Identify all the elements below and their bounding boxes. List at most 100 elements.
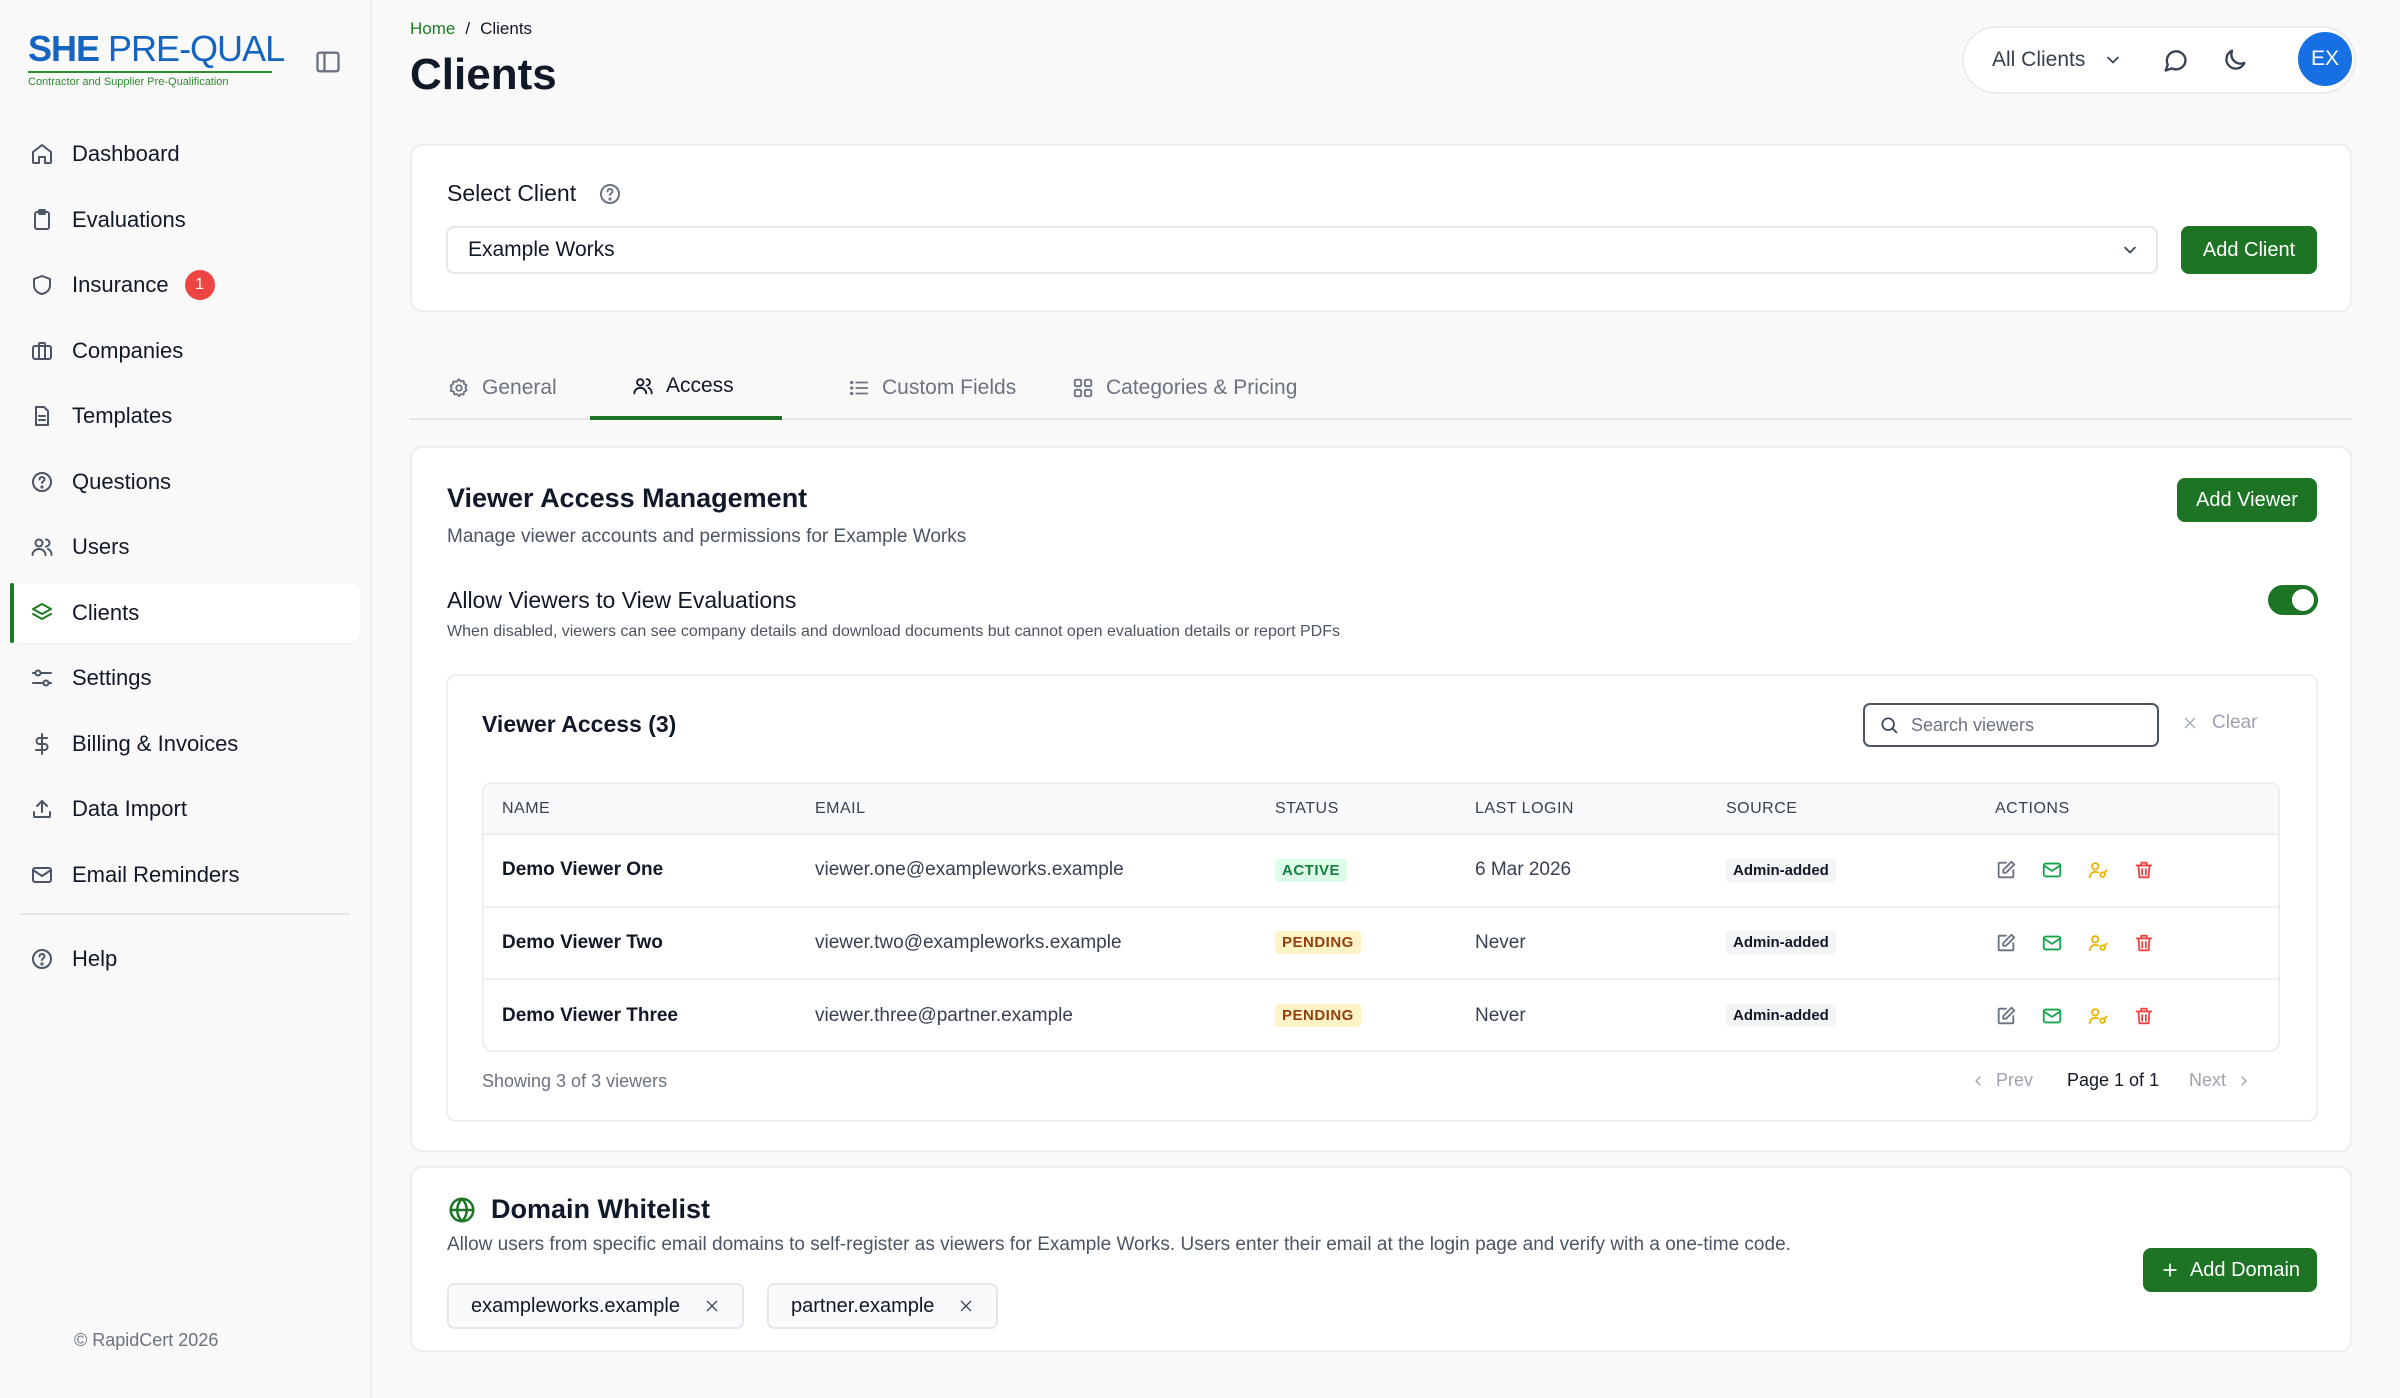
upload-icon: [33, 800, 51, 818]
plus-icon: [2163, 1263, 2177, 1277]
sidebar-item-evaluations[interactable]: Evaluations: [10, 190, 360, 250]
copyright: © RapidCert 2026: [74, 1330, 219, 1350]
viewer-email: viewer.one@exampleworks.example: [797, 834, 1257, 908]
search-viewers-input[interactable]: Search viewers: [1863, 703, 2159, 747]
sidebar-divider: [20, 912, 350, 915]
user-avatar[interactable]: EX: [2298, 32, 2352, 86]
breadcrumb-current: Clients: [480, 19, 533, 38]
viewer-name: Demo Viewer Two: [484, 906, 797, 980]
tab-label: General: [482, 376, 557, 399]
mail-icon[interactable]: [2041, 932, 2063, 954]
sidebar-item-settings[interactable]: Settings: [10, 648, 360, 708]
logo-underline: [28, 71, 272, 73]
sidebar-item-users[interactable]: Users: [10, 517, 360, 577]
viewer-table: NAME EMAIL STATUS LAST LOGIN SOURCE ACTI…: [482, 782, 2280, 1052]
next-page-button[interactable]: Next: [2189, 1070, 2252, 1091]
tab-general[interactable]: General: [410, 356, 557, 420]
add-client-button[interactable]: Add Client: [2181, 226, 2317, 274]
tab-access[interactable]: Access: [590, 356, 782, 420]
sidebar-item-dashboard[interactable]: Dashboard: [10, 124, 360, 184]
edit-icon[interactable]: [1995, 932, 2017, 954]
table-row: Demo Viewer Two viewer.two@exampleworks.…: [484, 906, 2278, 980]
client-select[interactable]: Example Works: [446, 226, 2158, 274]
user-key-icon[interactable]: [2087, 932, 2109, 954]
tab-custom-fields[interactable]: Custom Fields: [810, 356, 1016, 420]
help-circle-icon[interactable]: [598, 182, 622, 206]
domain-chip-label: exampleworks.example: [471, 1294, 680, 1317]
sidebar-toggle-icon[interactable]: [314, 48, 344, 78]
prev-page-button[interactable]: Prev: [1970, 1070, 2033, 1091]
sidebar-item-label: Email Reminders: [72, 861, 240, 887]
clear-button[interactable]: Clear: [2182, 712, 2257, 734]
sidebar-item-questions[interactable]: Questions: [10, 452, 360, 512]
viewer-source-cell: Admin-added: [1708, 834, 1977, 908]
sidebar-item-data-import[interactable]: Data Import: [10, 779, 360, 839]
tab-label: Categories & Pricing: [1106, 376, 1298, 399]
chevron-down-icon: [2107, 56, 2120, 64]
chevron-down-icon: [2124, 246, 2136, 254]
edit-icon[interactable]: [1995, 1005, 2017, 1027]
user-key-icon[interactable]: [2087, 1005, 2109, 1027]
tab-categories-pricing[interactable]: Categories & Pricing: [1034, 356, 1297, 420]
search-icon: [1881, 717, 1898, 734]
client-filter-dropdown[interactable]: All Clients: [1992, 48, 2123, 72]
briefcase-icon: [32, 341, 52, 360]
sidebar-item-label: Users: [72, 534, 130, 559]
users-icon: [633, 378, 653, 395]
home-icon: [32, 144, 52, 164]
page-indicator: Page 1 of 1: [2067, 1070, 2160, 1090]
viewer-actions: [1977, 979, 2278, 1050]
column-header-email[interactable]: EMAIL: [797, 784, 1257, 835]
sidebar-item-label: Templates: [72, 403, 173, 428]
column-header-last-login[interactable]: LAST LOGIN: [1457, 784, 1708, 835]
clear-label: Clear: [2212, 712, 2258, 733]
sidebar-item-insurance[interactable]: Insurance 1: [10, 255, 360, 315]
mail-icon[interactable]: [2041, 1005, 2063, 1027]
table-header-row: NAME EMAIL STATUS LAST LOGIN SOURCE ACTI…: [484, 784, 2278, 835]
column-header-status[interactable]: STATUS: [1257, 784, 1457, 835]
domain-chip-label: partner.example: [791, 1294, 935, 1317]
sidebar-nav: Dashboard Evaluations Insurance 1 Compan…: [10, 124, 360, 994]
chevron-left-icon: [1975, 1075, 1981, 1086]
mail-icon[interactable]: [2041, 859, 2063, 881]
status-badge: ACTIVE: [1275, 858, 1348, 882]
add-viewer-button[interactable]: Add Viewer: [2177, 478, 2317, 522]
viewer-name: Demo Viewer Three: [502, 1004, 679, 1026]
domain-whitelist-title: Domain Whitelist: [491, 1194, 711, 1224]
close-icon[interactable]: [958, 1298, 974, 1314]
moon-icon[interactable]: [2221, 46, 2249, 74]
allow-viewers-description: When disabled, viewers can see company d…: [447, 623, 1340, 640]
trash-icon[interactable]: [2133, 932, 2155, 954]
breadcrumb: Home / Clients: [410, 19, 532, 39]
sidebar-item-help[interactable]: Help: [10, 929, 360, 989]
sidebar-item-label: Dashboard: [72, 141, 180, 166]
sidebar-item-templates[interactable]: Templates: [10, 386, 360, 446]
mail-icon: [32, 866, 52, 883]
close-icon[interactable]: [704, 1298, 720, 1314]
source-badge: Admin-added: [1726, 858, 1836, 882]
trash-icon[interactable]: [2133, 859, 2155, 881]
viewer-last-login: 6 Mar 2026: [1457, 834, 1708, 908]
sidebar-item-companies[interactable]: Companies: [10, 321, 360, 381]
gear-icon: [449, 378, 468, 398]
trash-icon[interactable]: [2133, 1005, 2155, 1027]
user-key-icon[interactable]: [2087, 859, 2109, 881]
insurance-count-badge: 1: [184, 270, 215, 300]
viewer-last-login: Never: [1475, 1004, 1526, 1026]
sidebar-item-email-reminders[interactable]: Email Reminders: [10, 845, 360, 905]
breadcrumb-home-link[interactable]: Home: [410, 19, 455, 39]
list-icon: [850, 380, 869, 396]
viewer-list-title: Viewer Access (3): [482, 711, 677, 737]
allow-viewers-toggle[interactable]: [2268, 585, 2318, 615]
domain-chip: partner.example: [767, 1283, 999, 1329]
sidebar-item-clients[interactable]: Clients: [10, 582, 360, 643]
column-header-source[interactable]: SOURCE: [1708, 784, 1977, 835]
edit-icon[interactable]: [1995, 859, 2017, 881]
column-header-name[interactable]: NAME: [484, 784, 797, 835]
add-domain-button[interactable]: Add Domain: [2143, 1248, 2317, 1292]
app-logo[interactable]: SHE PRE-QUAL Contractor and Supplier Pre…: [28, 30, 285, 88]
viewer-last-login: Never: [1457, 906, 1708, 980]
domain-whitelist-description: Allow users from specific email domains …: [447, 1234, 1791, 1255]
chat-icon[interactable]: [2161, 46, 2189, 74]
sidebar-item-billing[interactable]: Billing & Invoices: [10, 714, 360, 774]
